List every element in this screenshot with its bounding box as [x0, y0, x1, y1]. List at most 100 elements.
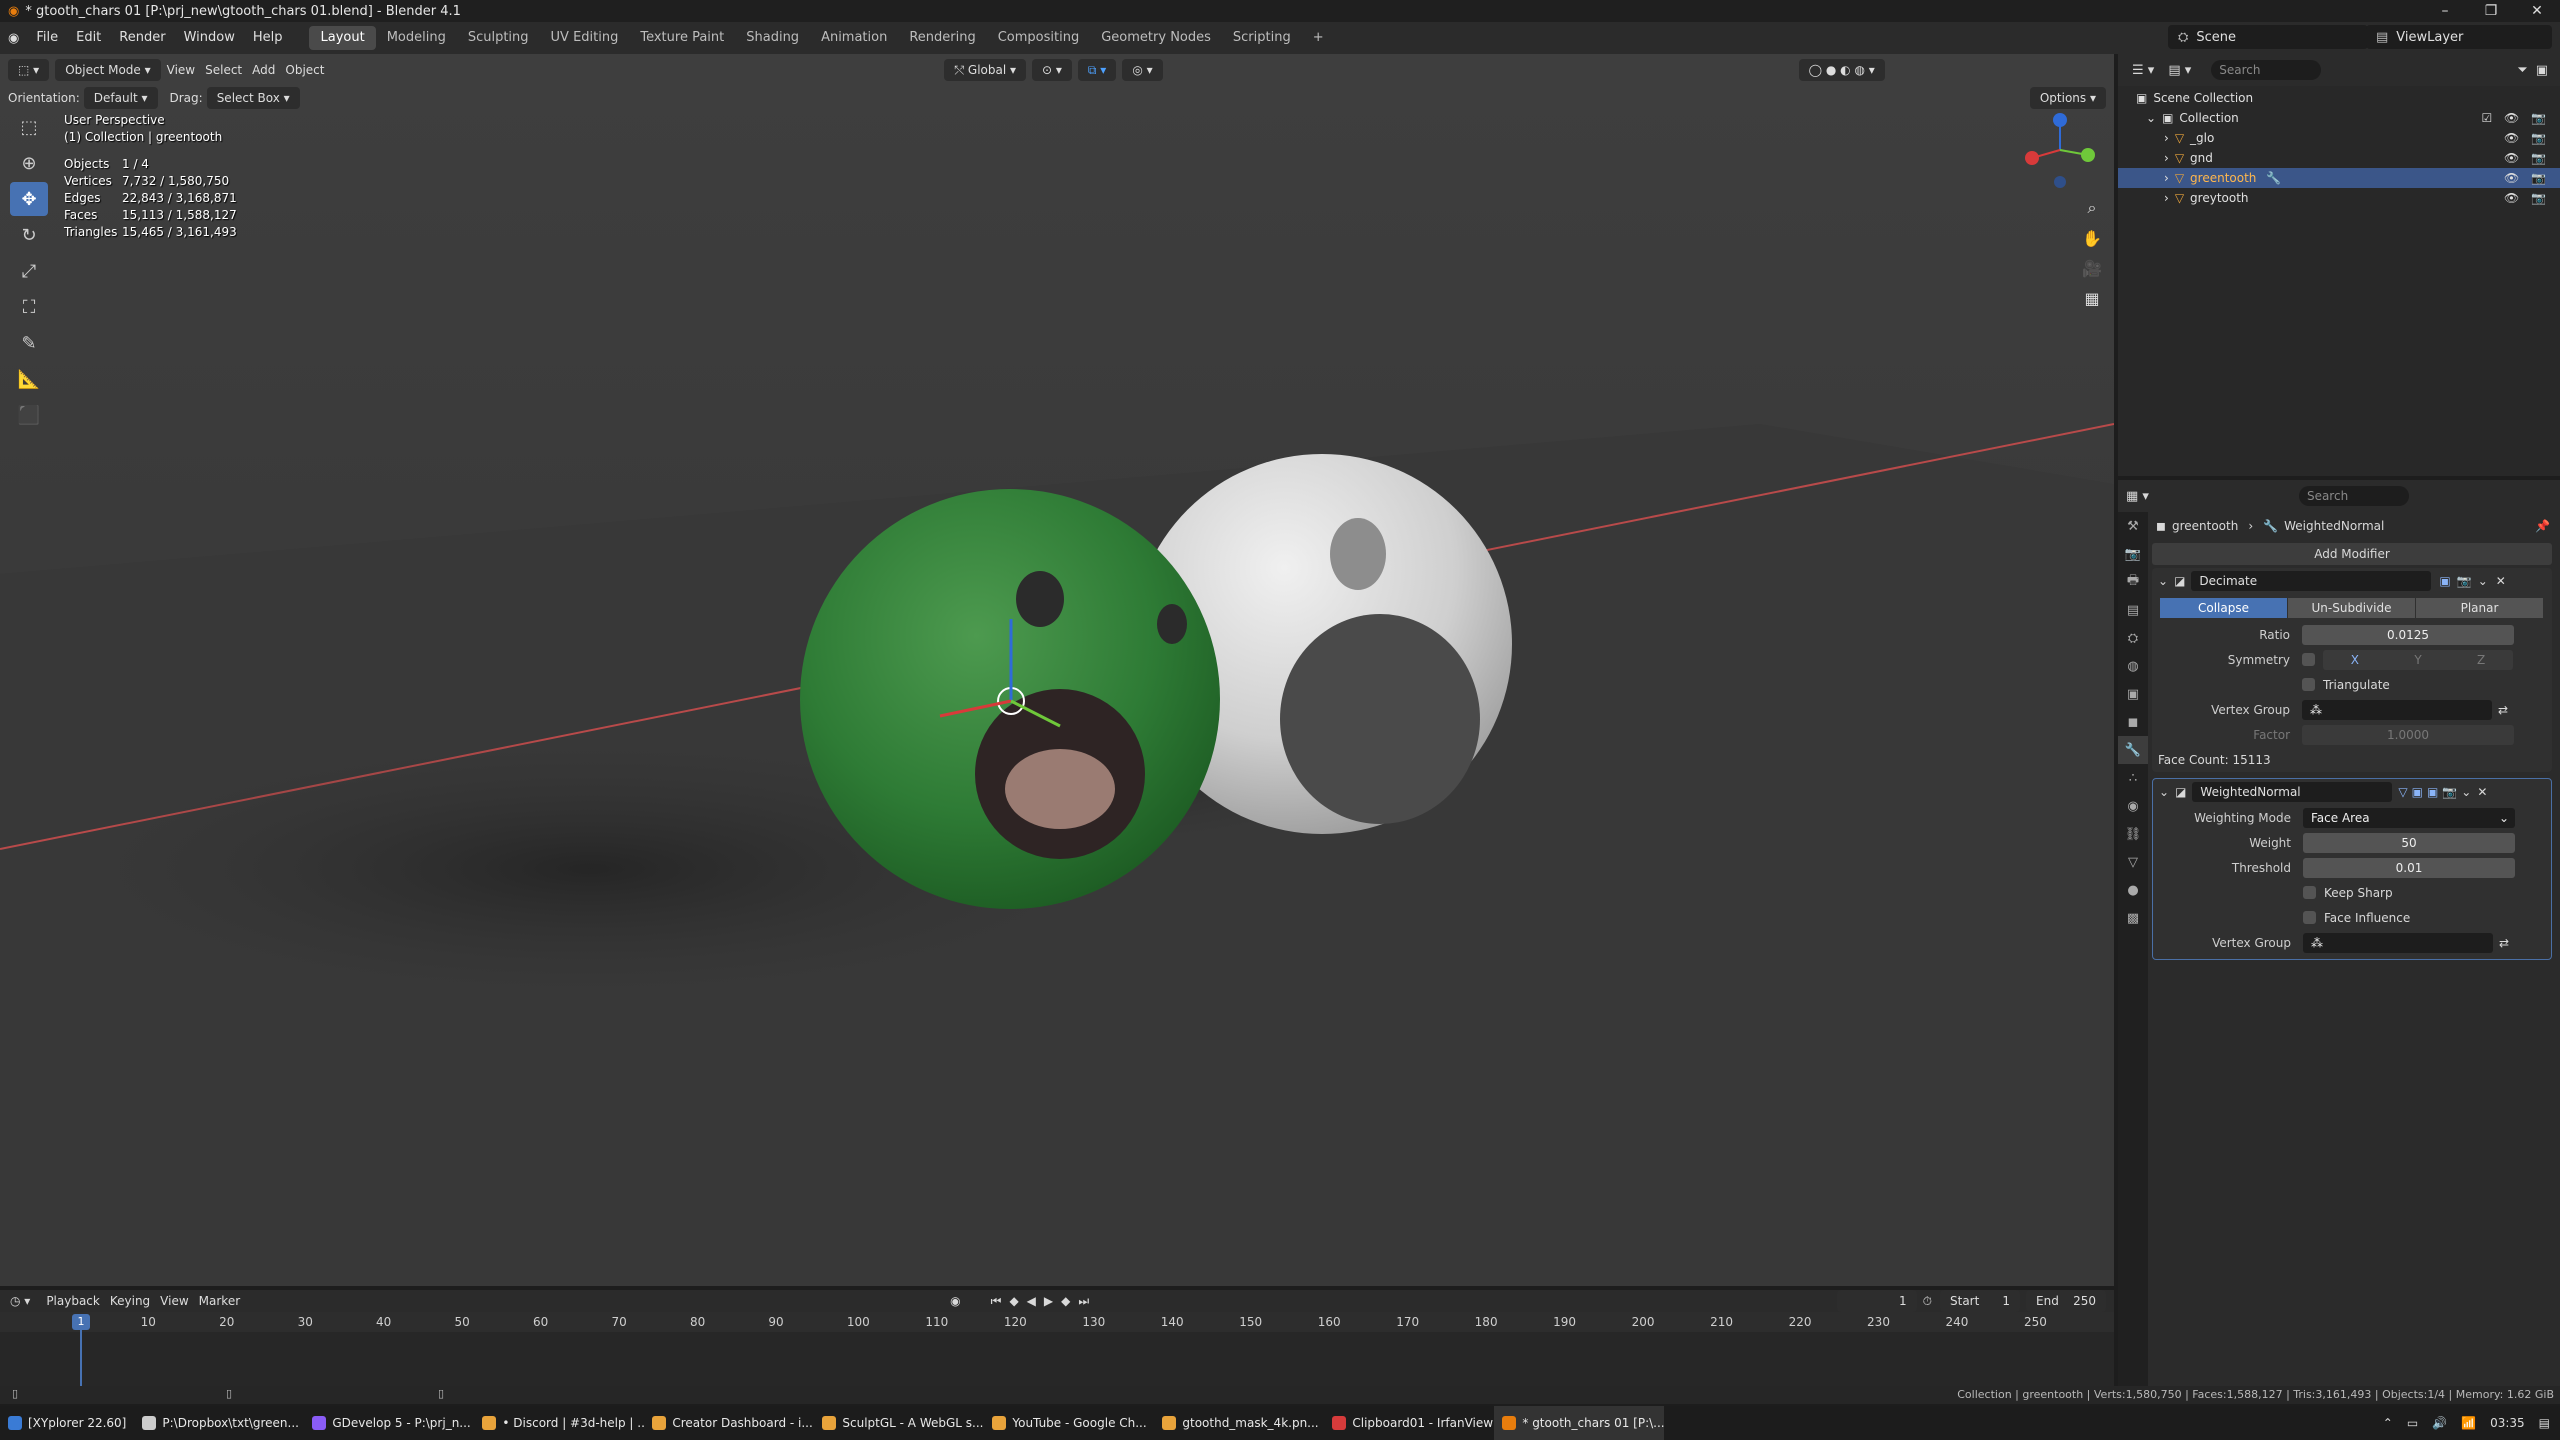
vp-menu-view[interactable]: View: [167, 63, 195, 77]
add-modifier-button[interactable]: Add Modifier: [2152, 543, 2552, 565]
camera-view-icon[interactable]: 🎥: [2078, 254, 2106, 282]
tab-animation[interactable]: Animation: [810, 26, 898, 50]
tab-scripting[interactable]: Scripting: [1222, 26, 1302, 50]
visibility-toggles[interactable]: 👁 📷: [2504, 171, 2550, 185]
record-icon[interactable]: ◉: [950, 1294, 960, 1308]
drag-selector[interactable]: Select Box ▾: [206, 87, 300, 109]
mode-selector[interactable]: Object Mode ▾: [55, 59, 161, 81]
tl-menu-keying[interactable]: Keying: [110, 1294, 150, 1308]
3d-viewport[interactable]: ⬚ ▾ Object Mode ▾ View Select Add Object…: [0, 54, 2114, 1286]
outliner-item-glo[interactable]: › ▽ _glo 👁 📷: [2118, 128, 2560, 148]
jump-start-icon[interactable]: ⏮: [991, 1294, 1002, 1309]
viewport-shading-buttons[interactable]: ◯ ● ◐ ◍ ▾: [1798, 59, 1885, 81]
maximize-button[interactable]: ❐: [2468, 0, 2514, 22]
collection-tab-icon[interactable]: ▣: [2118, 680, 2148, 708]
menu-file[interactable]: File: [27, 22, 67, 54]
output-tab-icon[interactable]: 🖶: [2118, 568, 2148, 596]
menu-edit[interactable]: Edit: [67, 22, 110, 54]
tab-sculpting[interactable]: Sculpting: [457, 26, 540, 50]
weight-slider[interactable]: 50: [2303, 832, 2515, 853]
taskbar-item-mask-png[interactable]: gtoothd_mask_4k.pn...: [1154, 1406, 1324, 1440]
material-tab-icon[interactable]: ●: [2118, 876, 2148, 904]
timeline-editor-icon[interactable]: ◷ ▾: [10, 1294, 30, 1308]
proportional-edit-toggle[interactable]: ◎ ▾: [1122, 59, 1163, 81]
show-viewport-icon[interactable]: ▣: [2427, 785, 2438, 799]
network-icon[interactable]: 📶: [2461, 1416, 2476, 1430]
tl-menu-view[interactable]: View: [160, 1294, 188, 1308]
display-mode-icon[interactable]: ▤ ▾: [2168, 63, 2191, 78]
decimate-vertex-group-field[interactable]: ⁂: [2302, 699, 2492, 720]
move-tool[interactable]: ✥: [10, 182, 48, 216]
show-render-icon[interactable]: 📷: [2457, 574, 2472, 588]
menu-render[interactable]: Render: [110, 22, 174, 54]
object-tab-icon[interactable]: ◼: [2118, 708, 2148, 736]
current-frame-field[interactable]: 1: [1836, 1290, 1917, 1312]
scene-collection-row[interactable]: ▣ Scene Collection: [2118, 88, 2560, 108]
collapse-icon[interactable]: ⌄: [2158, 574, 2168, 588]
pivot-selector[interactable]: ⊙ ▾: [1032, 59, 1072, 81]
scale-tool[interactable]: ⤢: [10, 254, 48, 288]
keep-sharp-checkbox[interactable]: [2303, 886, 2316, 899]
cursor-tool[interactable]: ⊕: [10, 146, 48, 180]
collapse-icon[interactable]: ⌄: [2146, 111, 2156, 125]
minimize-button[interactable]: –: [2422, 0, 2468, 22]
menu-window[interactable]: Window: [175, 22, 244, 54]
wn-vertex-group-field[interactable]: ⁂: [2303, 932, 2493, 953]
tab-texture-paint[interactable]: Texture Paint: [629, 26, 735, 50]
measure-tool[interactable]: 📐: [10, 362, 48, 396]
taskbar-item-xyplorer[interactable]: [XYplorer 22.60]: [0, 1406, 134, 1440]
vp-menu-object[interactable]: Object: [285, 63, 324, 77]
add-cube-tool[interactable]: ⬛: [10, 398, 48, 432]
view-layer-selector[interactable]: ▤ ViewLayer: [2366, 25, 2552, 49]
zoom-icon[interactable]: ⌕: [2078, 194, 2106, 222]
transform-orientation-selector[interactable]: ⤲ Global ▾: [944, 59, 1027, 81]
expand-icon[interactable]: ›: [2164, 191, 2169, 205]
particles-tab-icon[interactable]: ∴: [2118, 764, 2148, 792]
taskbar-item-dropbox[interactable]: P:\Dropbox\txt\green...: [134, 1406, 304, 1440]
collection-row[interactable]: ⌄ ▣ Collection ☑ 👁 📷: [2118, 108, 2560, 128]
next-keyframe-icon[interactable]: ◆: [1061, 1294, 1070, 1308]
tab-compositing[interactable]: Compositing: [987, 26, 1091, 50]
blender-menu-icon[interactable]: ◉: [8, 31, 19, 46]
options-button[interactable]: Options ▾: [2029, 87, 2106, 109]
tool-tab-icon[interactable]: ⚒: [2118, 512, 2148, 540]
physics-tab-icon[interactable]: ◉: [2118, 792, 2148, 820]
timeline-track-area[interactable]: [0, 1332, 2114, 1386]
add-workspace-button[interactable]: +: [1302, 26, 1335, 50]
play-reverse-icon[interactable]: ◀: [1027, 1294, 1036, 1308]
taskbar-item-irfanview[interactable]: Clipboard01 - IrfanView: [1324, 1406, 1494, 1440]
dropdown-icon[interactable]: ⌄: [2478, 574, 2488, 588]
weighted-normal-name-field[interactable]: WeightedNormal: [2192, 782, 2393, 802]
symmetry-checkbox[interactable]: [2302, 653, 2315, 666]
taskbar-item-gdevelop[interactable]: GDevelop 5 - P:\prj_n...: [304, 1406, 474, 1440]
snap-toggle[interactable]: ⧉ ▾: [1077, 59, 1117, 81]
axis-y[interactable]: Y: [2414, 650, 2421, 670]
on-cage-icon[interactable]: ▽: [2398, 785, 2407, 799]
decimate-name-field[interactable]: Decimate: [2191, 571, 2432, 591]
expand-icon[interactable]: ›: [2164, 151, 2169, 165]
tab-rendering[interactable]: Rendering: [898, 26, 986, 50]
transform-tool[interactable]: ⛶: [10, 290, 48, 324]
annotate-tool[interactable]: ✎: [10, 326, 48, 360]
show-render-icon[interactable]: 📷: [2442, 785, 2457, 799]
face-influence-checkbox[interactable]: [2303, 911, 2316, 924]
collapse-icon[interactable]: ⌄: [2159, 785, 2169, 799]
remove-modifier-icon[interactable]: ✕: [2477, 785, 2487, 799]
tab-shading[interactable]: Shading: [735, 26, 810, 50]
texture-tab-icon[interactable]: ▩: [2118, 904, 2148, 932]
taskbar-item-discord[interactable]: • Discord | #3d-help | ...: [474, 1406, 644, 1440]
filter-icon[interactable]: ⏷: [2517, 63, 2527, 78]
taskbar-item-youtube[interactable]: YouTube - Google Ch...: [984, 1406, 1154, 1440]
editor-type-button[interactable]: ⬚ ▾: [8, 59, 50, 81]
dropdown-icon[interactable]: ⌄: [2461, 785, 2471, 799]
frame-ruler[interactable]: 10 20 30 40 50 60 70 80 90 100 110 120 130 140 150 160 1…: [0, 1312, 2114, 1332]
vp-menu-select[interactable]: Select: [205, 63, 242, 77]
ratio-slider[interactable]: 0.0125: [2302, 624, 2514, 645]
symmetry-axis-selector[interactable]: X Y Z: [2323, 649, 2513, 670]
modifier-tab-icon[interactable]: 🔧: [2118, 736, 2148, 764]
mode-planar[interactable]: Planar: [2416, 598, 2543, 618]
outliner-item-greentooth[interactable]: › ▽ greentooth 🔧 👁 📷: [2118, 168, 2560, 188]
outliner-editor-icon[interactable]: ☰ ▾: [2132, 63, 2154, 78]
jump-end-icon[interactable]: ⏭: [1078, 1294, 1089, 1309]
tab-uv-editing[interactable]: UV Editing: [540, 26, 630, 50]
